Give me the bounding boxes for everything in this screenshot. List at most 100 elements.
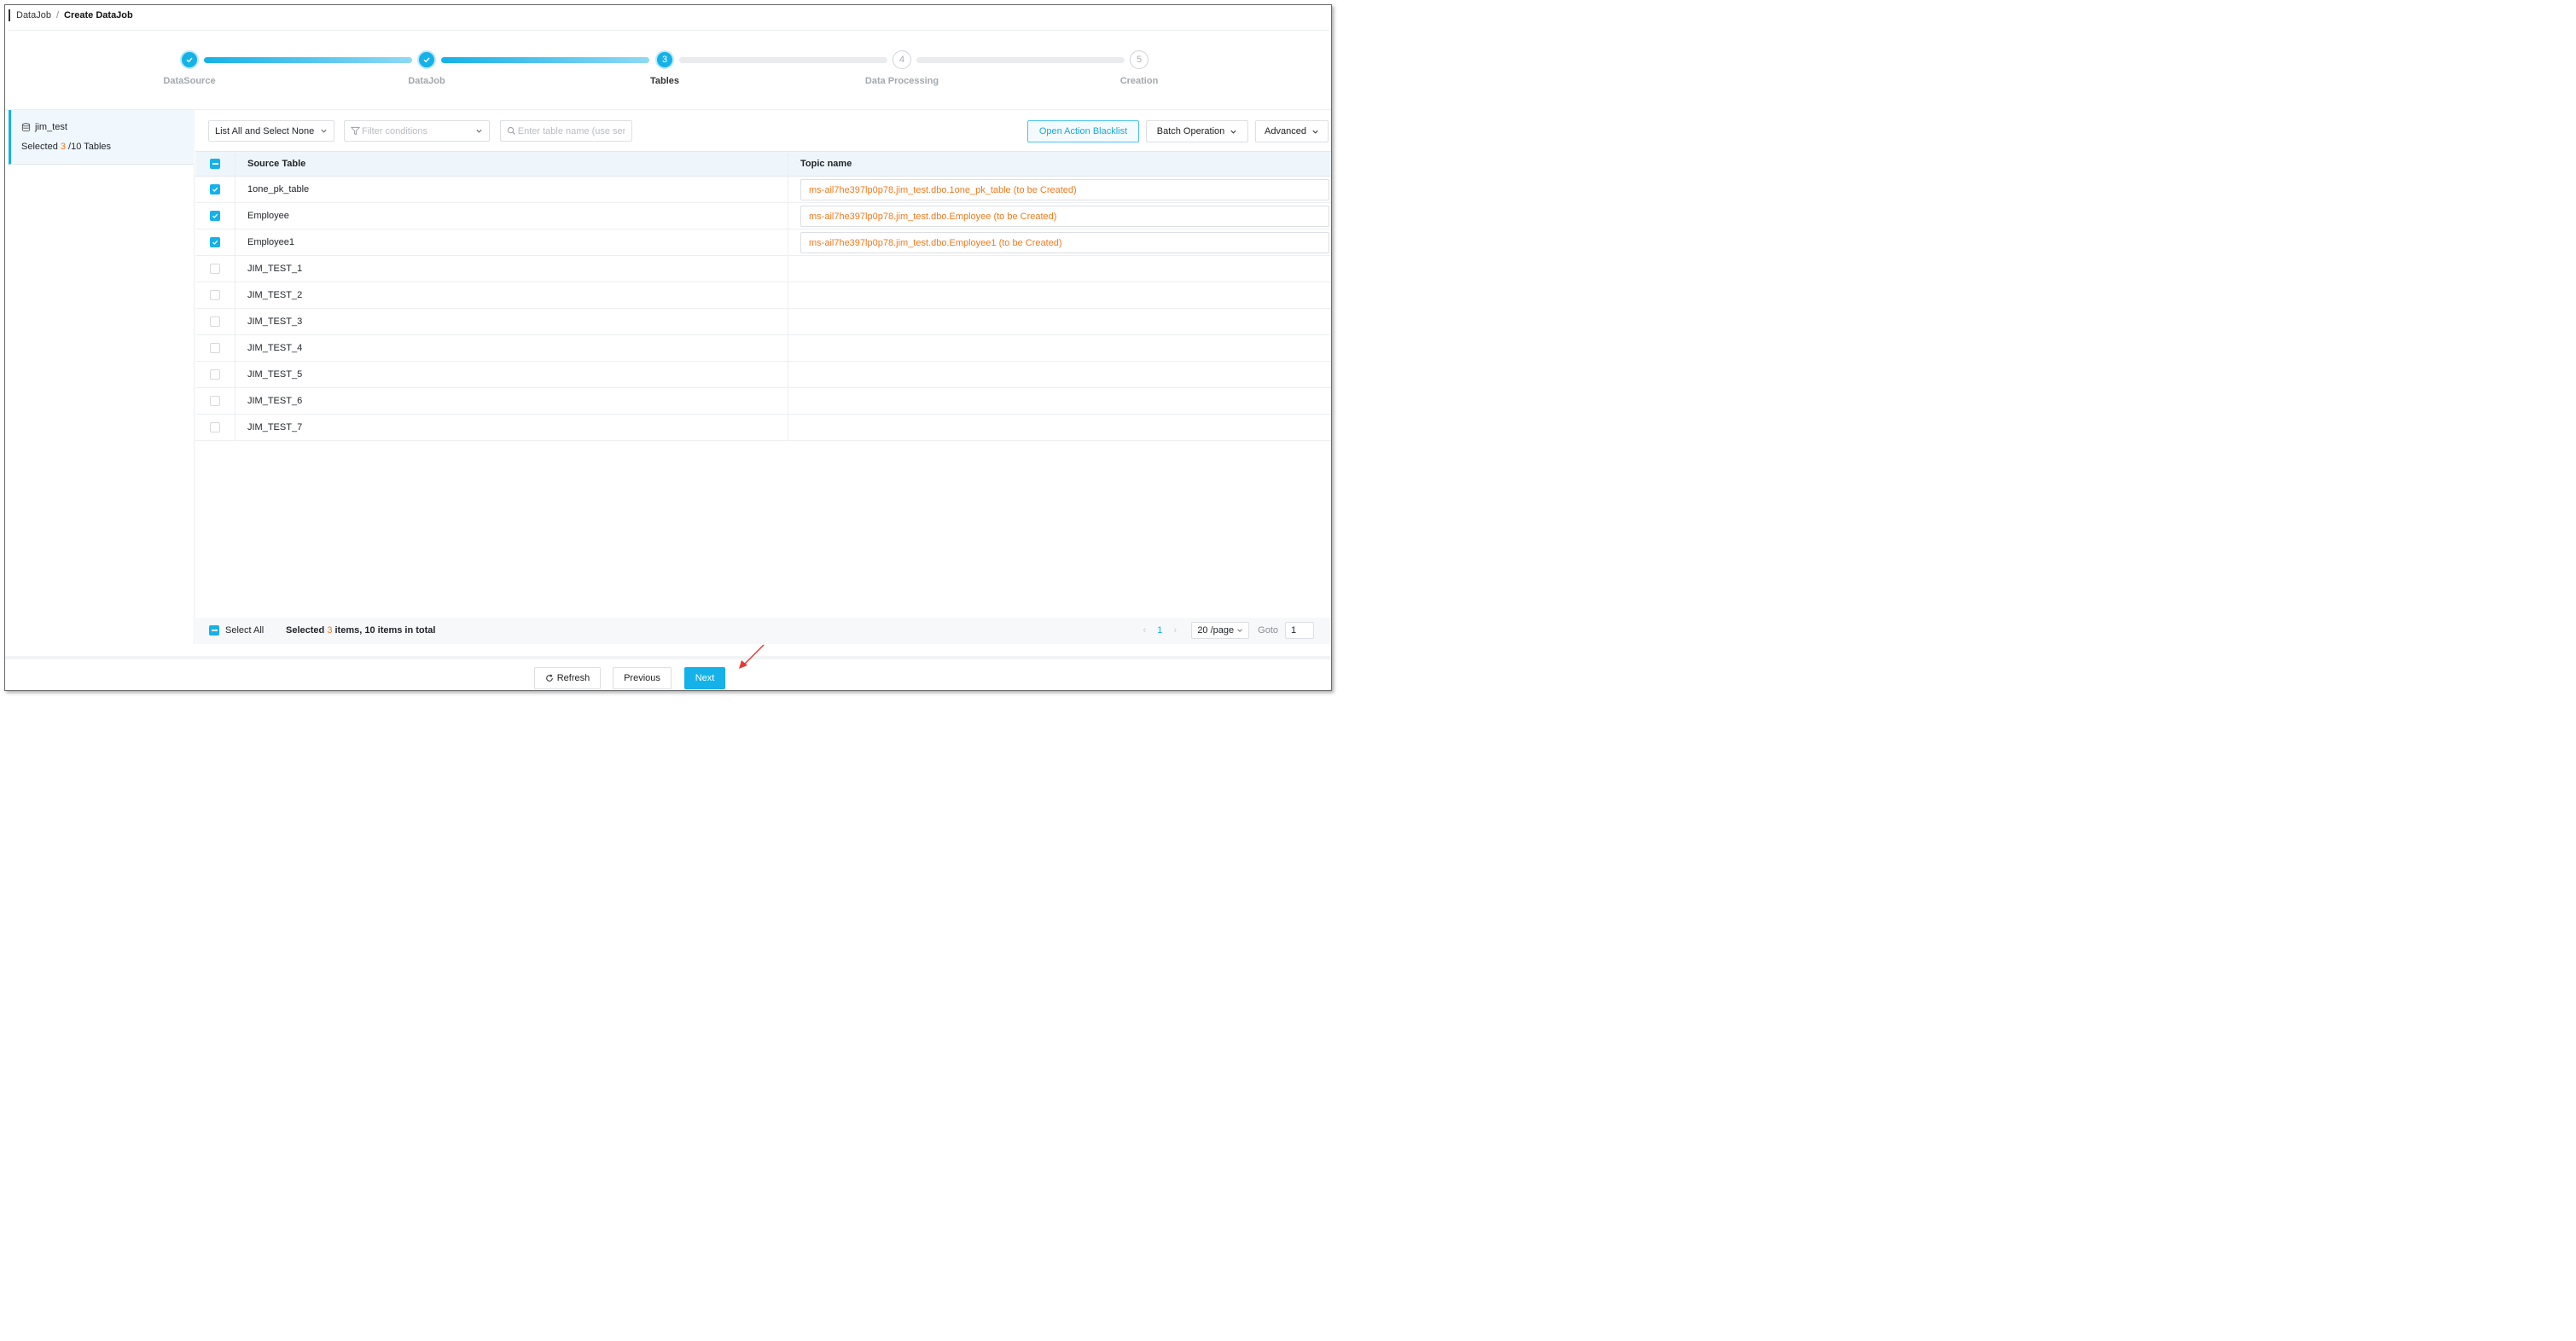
table-row[interactable]: JIM_TEST_4 xyxy=(195,335,1331,362)
next-button[interactable]: Next xyxy=(684,667,725,689)
breadcrumb-separator: / xyxy=(55,10,60,20)
table-row[interactable]: Employee1 ms-ail7he397lp0p78.jim_test.dbo… xyxy=(195,229,1331,256)
database-item[interactable]: jim_test Selected 3 /10 Tables xyxy=(9,110,195,165)
total-prefix: Selected xyxy=(286,625,328,636)
source-table-cell: JIM_TEST_7 xyxy=(236,415,788,440)
filter-conditions-select[interactable]: Filter conditions xyxy=(344,120,490,142)
table-row[interactable]: Employee ms-ail7he397lp0p78.jim_test.dbo.… xyxy=(195,203,1331,229)
check-icon xyxy=(212,187,218,192)
chevron-down-icon xyxy=(1230,130,1236,134)
table-row[interactable]: JIM_TEST_6 xyxy=(195,388,1331,415)
row-checkbox[interactable] xyxy=(210,422,220,432)
table-row[interactable]: JIM_TEST_2 xyxy=(195,282,1331,309)
source-table-cell: JIM_TEST_2 xyxy=(236,282,788,308)
topic-name-cell xyxy=(788,388,1331,414)
select-all-control[interactable]: Select All xyxy=(209,625,264,636)
select-all-checkbox[interactable] xyxy=(209,625,219,636)
breadcrumb-item-current: Create DataJob xyxy=(64,10,133,20)
annotation-arrow-icon xyxy=(739,644,765,669)
breadcrumb-item-datajob[interactable]: DataJob xyxy=(16,10,51,20)
step-label: Creation xyxy=(1119,76,1159,86)
table-search-input[interactable]: Enter table name (use sen xyxy=(500,120,632,142)
topic-name-cell xyxy=(788,335,1331,361)
pagination: ‹ 1 › 20 /page Goto 1 xyxy=(1137,621,1314,640)
table-row[interactable]: JIM_TEST_1 xyxy=(195,256,1331,282)
row-checkbox[interactable] xyxy=(210,264,220,274)
header-checkbox-cell xyxy=(195,152,236,176)
database-name-row: jim_test xyxy=(21,122,67,132)
chevron-down-icon xyxy=(321,129,327,133)
topic-name-input[interactable]: ms-ail7he397lp0p78.jim_test.dbo.Employee… xyxy=(800,232,1329,253)
breadcrumb-marker xyxy=(9,9,10,21)
search-placeholder: Enter table name (use sen xyxy=(517,125,625,136)
chevron-right-icon[interactable]: › xyxy=(1167,625,1183,636)
source-table-cell: Employee xyxy=(236,203,788,229)
table-row[interactable]: JIM_TEST_5 xyxy=(195,362,1331,388)
refresh-button[interactable]: Refresh xyxy=(534,667,601,689)
step-label: DataSource xyxy=(163,76,216,86)
topic-name-cell: ms-ail7he397lp0p78.jim_test.dbo.1one_pk_… xyxy=(788,177,1331,202)
row-checkbox[interactable] xyxy=(210,369,220,380)
row-checkbox[interactable] xyxy=(210,290,220,300)
topic-name-cell xyxy=(788,415,1331,440)
chevron-left-icon[interactable]: ‹ xyxy=(1137,625,1152,636)
row-checkbox[interactable] xyxy=(210,211,220,221)
check-icon xyxy=(180,50,199,69)
topic-name-cell xyxy=(788,256,1331,282)
selection-total: Selected 3 items, 10 items in total xyxy=(286,625,435,636)
row-checkbox-cell xyxy=(195,415,236,440)
source-table-cell: JIM_TEST_6 xyxy=(236,388,788,414)
table-toolbar: List All and Select None Filter conditio… xyxy=(195,110,1331,151)
topic-name-cell: ms-ail7he397lp0p78.jim_test.dbo.Employee… xyxy=(788,229,1331,255)
list-select-dropdown[interactable]: List All and Select None xyxy=(208,120,334,142)
row-checkbox[interactable] xyxy=(210,343,220,353)
select-all-label: Select All xyxy=(225,625,265,636)
batch-operation-button[interactable]: Batch Operation xyxy=(1146,120,1248,142)
search-icon xyxy=(507,126,515,135)
advanced-button[interactable]: Advanced xyxy=(1255,120,1329,142)
database-selection-summary: Selected 3 /10 Tables xyxy=(21,142,111,152)
row-checkbox[interactable] xyxy=(210,184,220,194)
open-action-blacklist-button[interactable]: Open Action Blacklist xyxy=(1027,120,1139,142)
row-checkbox-cell xyxy=(195,309,236,334)
check-icon xyxy=(417,50,436,69)
app-window: DataJob / Create DataJob DataSource Data… xyxy=(4,4,1332,691)
previous-button[interactable]: Previous xyxy=(613,667,672,689)
topic-name-cell xyxy=(788,362,1331,387)
table-row[interactable]: 1one_pk_table ms-ail7he397lp0p78.jim_test… xyxy=(195,177,1331,203)
step-creation: 5 Creation xyxy=(1088,48,1190,86)
check-icon xyxy=(212,213,218,218)
step-number: 5 xyxy=(1130,50,1148,69)
step-datajob: DataJob xyxy=(375,48,478,86)
topic-name-input[interactable]: ms-ail7he397lp0p78.jim_test.dbo.1one_pk_… xyxy=(800,179,1329,200)
row-checkbox[interactable] xyxy=(210,237,220,247)
divider xyxy=(5,656,1331,659)
table-row[interactable]: JIM_TEST_7 xyxy=(195,415,1331,441)
source-table-cell: JIM_TEST_5 xyxy=(236,362,788,387)
divider xyxy=(9,30,1329,31)
database-name: jim_test xyxy=(35,122,67,132)
table-row[interactable]: JIM_TEST_3 xyxy=(195,309,1331,335)
table-footer: Select All Selected 3 items, 10 items in… xyxy=(195,618,1331,644)
row-checkbox-cell xyxy=(195,229,236,255)
selected-suffix: /10 Tables xyxy=(66,142,112,152)
refresh-label: Refresh xyxy=(556,673,590,683)
page-number[interactable]: 1 xyxy=(1152,625,1167,636)
topic-name-input[interactable]: ms-ail7he397lp0p78.jim_test.dbo.Employee… xyxy=(800,206,1329,227)
database-list: jim_test Selected 3 /10 Tables xyxy=(9,110,195,644)
goto-input[interactable]: 1 xyxy=(1285,622,1314,639)
step-label: DataJob xyxy=(408,76,445,86)
header-select-checkbox[interactable] xyxy=(210,159,220,169)
row-checkbox-cell xyxy=(195,203,236,229)
check-icon xyxy=(212,240,218,245)
source-table-cell: JIM_TEST_4 xyxy=(236,335,788,361)
step-tables: 3 Tables xyxy=(613,48,716,86)
tables-table: Source Table Topic name 1one_pk_table ms-… xyxy=(195,151,1331,441)
chevron-down-icon xyxy=(1237,629,1242,632)
topic-name-cell xyxy=(788,309,1331,334)
row-checkbox[interactable] xyxy=(210,316,220,327)
page-size-select[interactable]: 20 /page xyxy=(1191,622,1250,639)
filter-icon xyxy=(351,126,360,136)
row-checkbox[interactable] xyxy=(210,396,220,406)
row-checkbox-cell xyxy=(195,177,236,202)
